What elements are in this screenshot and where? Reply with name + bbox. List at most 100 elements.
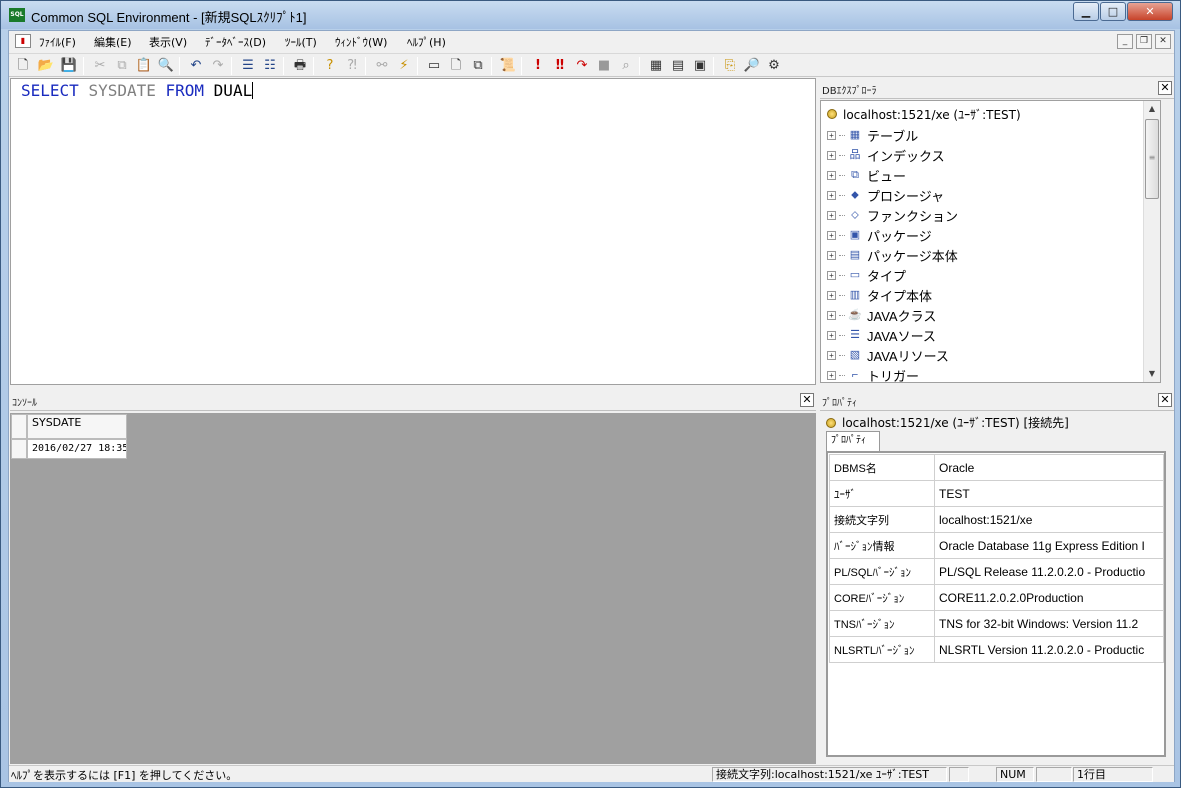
tree-item[interactable]: + 品インデックス xyxy=(827,145,945,165)
property-row[interactable]: PL/SQLﾊﾞｰｼﾞｮﾝ PL/SQL Release 11.2.0.2.0 -… xyxy=(829,558,1164,585)
property-value[interactable]: NLSRTL Version 11.2.0.2.0 - Productic xyxy=(934,636,1164,663)
expand-icon[interactable]: + xyxy=(827,290,836,300)
tree-item[interactable]: + ▦ テーブル xyxy=(827,125,918,145)
property-value[interactable]: Oracle xyxy=(934,454,1164,481)
execute-icon[interactable]: ! xyxy=(529,57,547,75)
step-icon[interactable]: ↷ xyxy=(573,57,591,75)
form-icon[interactable]: ▣ xyxy=(691,57,709,75)
redo-icon[interactable]: ↷ xyxy=(209,57,227,75)
property-value[interactable]: CORE11.2.0.2.0Production xyxy=(934,584,1164,611)
menu-file[interactable]: ﾌｧｲﾙ(F) xyxy=(39,34,76,50)
tree-item[interactable]: + ⧉ ビュー xyxy=(827,165,906,185)
execute-all-icon[interactable]: ‼ xyxy=(551,57,569,75)
expand-icon[interactable]: + xyxy=(827,350,836,360)
menu-help[interactable]: ﾍﾙﾌﾟ(H) xyxy=(407,34,446,50)
indent-icon[interactable]: ☰ xyxy=(239,57,257,75)
mdi-restore-button[interactable]: ❐ xyxy=(1136,34,1152,49)
mdi-close-button[interactable]: ✕ xyxy=(1155,34,1171,49)
tree-item[interactable]: + ⬥ プロシージャ xyxy=(827,185,944,205)
new-file-icon[interactable]: 🗋 xyxy=(14,57,32,75)
tab-properties[interactable]: ﾌﾟﾛﾊﾟﾃｨ xyxy=(826,431,880,451)
save-icon[interactable]: 💾 xyxy=(60,57,78,75)
maximize-button[interactable]: □ xyxy=(1100,2,1126,21)
expand-icon[interactable]: + xyxy=(827,370,836,380)
grid-corner[interactable] xyxy=(11,414,27,439)
property-row[interactable]: COREﾊﾞｰｼﾞｮﾝ CORE11.2.0.2.0Production xyxy=(829,584,1164,611)
outdent-icon[interactable]: ☷ xyxy=(261,57,279,75)
mdi-minimize-button[interactable]: _ xyxy=(1117,34,1133,49)
connect-icon[interactable]: ⚡ xyxy=(395,57,413,75)
menu-view[interactable]: 表示(V) xyxy=(149,34,187,50)
menu-tools[interactable]: ﾂｰﾙ(T) xyxy=(285,34,317,50)
expand-icon[interactable]: + xyxy=(827,190,836,200)
scroll-down-button[interactable]: ▼ xyxy=(1144,366,1160,382)
scroll-up-button[interactable]: ▲ xyxy=(1144,101,1160,117)
close-button[interactable]: ✕ xyxy=(1127,2,1173,21)
expand-icon[interactable]: + xyxy=(827,230,836,240)
title-bar[interactable]: SQL Common SQL Environment - [新規SQLｽｸﾘﾌﾟ… xyxy=(1,1,1180,29)
disconnect-icon[interactable]: ⚯ xyxy=(373,57,391,75)
cascade-icon[interactable]: ⧉ xyxy=(469,57,487,75)
help-icon[interactable]: ? xyxy=(321,57,339,75)
window-icon[interactable]: ▭ xyxy=(425,57,443,75)
tree-item[interactable]: + ▤ パッケージ本体 xyxy=(827,245,958,265)
expand-icon[interactable]: + xyxy=(827,170,836,180)
expand-icon[interactable]: + xyxy=(827,130,836,140)
tree-root-connection[interactable]: localhost:1521/xe (ﾕｰｻﾞ:TEST) xyxy=(827,105,1021,123)
document-icon[interactable]: ▮ xyxy=(15,34,31,48)
result-grid-icon[interactable]: ▤ xyxy=(669,57,687,75)
grid-column-header[interactable]: SYSDATE xyxy=(27,414,127,439)
tree-item[interactable]: + ☰ JAVAソース xyxy=(827,325,936,345)
property-row[interactable]: DBMS名 Oracle xyxy=(829,454,1164,481)
property-row[interactable]: NLSRTLﾊﾞｰｼﾞｮﾝ NLSRTL Version 11.2.0.2.0 -… xyxy=(829,636,1164,663)
property-value[interactable]: PL/SQL Release 11.2.0.2.0 - Productio xyxy=(934,558,1164,585)
explain-icon[interactable]: ⌕ xyxy=(617,57,635,75)
search-icon[interactable]: 🔎 xyxy=(743,57,761,75)
property-value[interactable]: TNS for 32-bit Windows: Version 11.2 xyxy=(934,610,1164,637)
new-window-icon[interactable]: 🗋 xyxy=(447,57,465,75)
open-folder-icon[interactable]: 📂 xyxy=(37,57,55,75)
property-value[interactable]: localhost:1521/xe xyxy=(934,506,1164,533)
script-icon[interactable]: 📜 xyxy=(499,57,517,75)
table-grid-icon[interactable]: ▦ xyxy=(647,57,665,75)
sql-line-1[interactable]: SELECT SYSDATE FROM DUAL xyxy=(21,81,254,100)
options-icon[interactable]: ⚙ xyxy=(765,57,783,75)
property-value[interactable]: TEST xyxy=(934,480,1164,507)
property-row[interactable]: ﾊﾞｰｼﾞｮﾝ情報 Oracle Database 11g Express Edi… xyxy=(829,532,1164,559)
tree-item[interactable]: + ▧ JAVAリソース xyxy=(827,345,949,365)
property-row[interactable]: 接続文字列 localhost:1521/xe xyxy=(829,506,1164,533)
expand-icon[interactable]: + xyxy=(827,310,836,320)
property-value[interactable]: Oracle Database 11g Express Edition I xyxy=(934,532,1164,559)
console-close-button[interactable]: ✕ xyxy=(800,393,814,407)
context-help-icon[interactable]: ⁈ xyxy=(343,57,361,75)
sql-editor[interactable]: SELECT SYSDATE FROM DUAL xyxy=(10,78,816,385)
tree-scrollbar[interactable]: ▲ ≡ ▼ xyxy=(1143,101,1160,382)
tree-item[interactable]: + ⌐ トリガー xyxy=(827,365,919,382)
expand-icon[interactable]: + xyxy=(827,210,836,220)
menu-edit[interactable]: 編集(E) xyxy=(94,34,132,50)
print-icon[interactable]: 🖶 xyxy=(291,57,309,75)
export-icon[interactable]: ⎘ xyxy=(721,57,739,75)
undo-icon[interactable]: ↶ xyxy=(187,57,205,75)
stop-icon[interactable]: ■ xyxy=(595,57,613,75)
expand-icon[interactable]: + xyxy=(827,270,836,280)
menu-database[interactable]: ﾃﾞｰﾀﾍﾞｰｽ(D) xyxy=(205,34,266,50)
expand-icon[interactable]: + xyxy=(827,150,836,160)
tree-item[interactable]: + ☕ JAVAクラス xyxy=(827,305,936,325)
scroll-thumb[interactable]: ≡ xyxy=(1145,119,1159,199)
tree-item[interactable]: + ▥ タイプ本体 xyxy=(827,285,932,305)
grid-cell-sysdate[interactable]: 2016/02/27 18:35: xyxy=(27,439,127,459)
tree-item[interactable]: + ▭ タイプ xyxy=(827,265,906,285)
expand-icon[interactable]: + xyxy=(827,330,836,340)
minimize-button[interactable]: ▁ xyxy=(1073,2,1099,21)
paste-icon[interactable]: 📋 xyxy=(135,57,153,75)
properties-close-button[interactable]: ✕ xyxy=(1158,393,1172,407)
grid-row-header[interactable] xyxy=(11,439,27,459)
menu-window[interactable]: ｳｨﾝﾄﾞｳ(W) xyxy=(335,34,387,50)
tree-item[interactable]: + ▣ パッケージ xyxy=(827,225,932,245)
expand-icon[interactable]: + xyxy=(827,250,836,260)
property-row[interactable]: ﾕｰｻﾞ TEST xyxy=(829,480,1164,507)
db-explorer-tree[interactable]: localhost:1521/xe (ﾕｰｻﾞ:TEST) + ▦ テーブル + 品イン… xyxy=(820,100,1161,383)
copy-icon[interactable]: ⧉ xyxy=(113,57,131,75)
find-icon[interactable]: 🔍 xyxy=(157,57,175,75)
